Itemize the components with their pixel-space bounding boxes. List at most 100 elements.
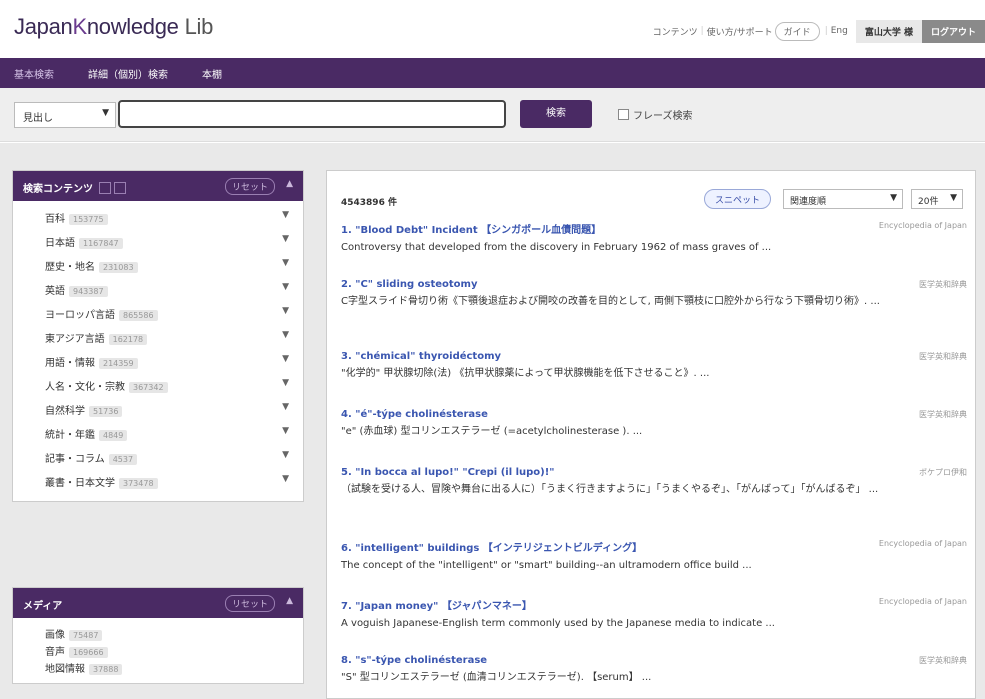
site-logo[interactable]: JapanKnowledge Lib (14, 14, 213, 40)
category-label: 英語 (45, 286, 65, 297)
collapse-icon[interactable]: ▲ (286, 179, 293, 189)
expand-arrow-icon[interactable]: ▼ (282, 306, 289, 316)
result-snippet: C字型スライド骨切り術《下顎後退症および開咬の改善を目的として, 両側下顎枝に口… (341, 296, 880, 307)
category-count: 4537 (108, 454, 138, 465)
category-label: ヨーロッパ言語 (45, 310, 115, 321)
category-count: 162178 (108, 334, 148, 345)
category-count: 153775 (69, 214, 108, 225)
expand-arrow-icon[interactable]: ▼ (282, 402, 289, 412)
phrase-search-checkbox[interactable] (618, 109, 629, 120)
search-input[interactable] (118, 100, 506, 128)
content-filter-title: 検索コンテンツ (23, 184, 93, 195)
expand-arrow-icon[interactable]: ▼ (282, 330, 289, 340)
category-label: 百科 (45, 214, 65, 225)
result-title-link[interactable]: 2. "C" sliding osteotomy (341, 279, 967, 290)
expand-arrow-icon[interactable]: ▼ (282, 450, 289, 460)
media-reset-button[interactable]: リセット (224, 595, 275, 612)
category-label: 日本語 (45, 238, 75, 249)
result-snippet: "e" (赤血球) 型コリンエステラーゼ (=acetylcholinester… (341, 426, 643, 437)
category-count: 367342 (129, 382, 168, 393)
search-button[interactable]: 検索 (520, 100, 592, 128)
media-item[interactable]: 地図情報 37888 (13, 658, 303, 675)
header: JapanKnowledge Lib コンテンツ | 使い方/サポート ガイド |… (0, 0, 985, 56)
nav-english-link[interactable]: Eng (831, 26, 848, 36)
category-count: 373478 (119, 478, 158, 489)
category-item[interactable]: 日本語 1167847 ▼ (13, 229, 303, 253)
result-snippet: "化学的" 甲状腺切除(法) 《抗甲状腺薬によって甲状腺機能を低下させること》.… (341, 368, 710, 379)
plus-icon[interactable] (99, 182, 112, 194)
category-item[interactable]: 統計・年鑑 4849 ▼ (13, 421, 303, 445)
collapse-icon[interactable]: ▲ (286, 596, 293, 606)
content-reset-button[interactable]: リセット (224, 178, 275, 195)
result-title-link[interactable]: 6. "intelligent" buildings 【インテリジェントビルディ… (341, 539, 967, 554)
result-item: 1. "Blood Debt" Incident 【シンガポール血債問題】 Enc… (341, 221, 967, 256)
tab-bookshelf[interactable]: 本棚 (202, 66, 222, 81)
category-item[interactable]: 用語・情報 214359 ▼ (13, 349, 303, 373)
result-item: 6. "intelligent" buildings 【インテリジェントビルディ… (341, 539, 967, 574)
result-source: 医学英和辞典 (919, 280, 967, 289)
category-label: 自然科学 (45, 406, 85, 417)
logout-button[interactable]: ログアウト (921, 19, 985, 43)
category-count: 51736 (89, 406, 123, 417)
chevron-down-icon: ▼ (102, 108, 109, 118)
institution-name: 富山大学 様 (855, 19, 922, 43)
media-item[interactable]: 音声 169666 (13, 641, 303, 658)
chevron-down-icon: ▼ (890, 193, 897, 203)
snippet-toggle-button[interactable]: スニペット (704, 189, 772, 209)
nav-support-link[interactable]: 使い方/サポート (707, 25, 773, 38)
per-page-select[interactable]: 20件 ▼ (911, 189, 963, 209)
category-item[interactable]: 歴史・地名 231083 ▼ (13, 253, 303, 277)
category-count: 1167847 (79, 238, 123, 249)
chevron-down-icon: ▼ (950, 193, 957, 203)
category-item[interactable]: 英語 943387 ▼ (13, 277, 303, 301)
expand-arrow-icon[interactable]: ▼ (282, 354, 289, 364)
tab-advanced-search[interactable]: 詳細（個別）検索 (88, 66, 168, 81)
expand-arrow-icon[interactable]: ▼ (282, 210, 289, 220)
expand-arrow-icon[interactable]: ▼ (282, 474, 289, 484)
result-snippet: （試験を受ける人、冒険や舞台に出る人に）「うまく行きますように」「うまくやるぞ」… (341, 484, 879, 495)
category-count: 943387 (69, 286, 108, 297)
result-title-link[interactable]: 4. "é"-týpe cholinésterase (341, 409, 967, 420)
result-snippet: The concept of the "intelligent" or "sma… (341, 560, 752, 571)
result-title-link[interactable]: 8. "s"-týpe cholinésterase (341, 655, 967, 666)
category-label: 用語・情報 (45, 358, 95, 369)
content-filter-header: 検索コンテンツ リセット ▲ (13, 171, 303, 201)
result-source: 医学英和辞典 (919, 656, 967, 665)
category-item[interactable]: 人名・文化・宗教 367342 ▼ (13, 373, 303, 397)
result-snippet: A voguish Japanese-English term commonly… (341, 618, 775, 629)
category-item[interactable]: 百科 153775 ▼ (13, 205, 303, 229)
category-label: 統計・年鑑 (45, 430, 95, 441)
expand-arrow-icon[interactable]: ▼ (282, 378, 289, 388)
result-title-link[interactable]: 7. "Japan money" 【ジャパンマネー】 (341, 597, 967, 612)
results-panel: 4543896 件 スニペット 関連度順 ▼ 20件 ▼ 1. "Blood D… (326, 170, 976, 699)
media-item[interactable]: 画像 75487 (13, 624, 303, 641)
media-filter-header: メディア リセット ▲ (13, 588, 303, 618)
expand-arrow-icon[interactable]: ▼ (282, 282, 289, 292)
result-title-link[interactable]: 5. "In bocca al lupo!" "Crepi (il lupo)!… (341, 467, 967, 478)
media-label: 地図情報 (45, 664, 85, 675)
sort-select[interactable]: 関連度順 ▼ (783, 189, 903, 209)
category-item[interactable]: ヨーロッパ言語 865586 ▼ (13, 301, 303, 325)
expand-arrow-icon[interactable]: ▼ (282, 426, 289, 436)
category-label: 記事・コラム (45, 454, 105, 465)
search-field-select[interactable]: 見出し ▼ (14, 102, 116, 128)
category-item[interactable]: 叢書・日本文学 373478 ▼ (13, 469, 303, 493)
category-item[interactable]: 東アジア言語 162178 ▼ (13, 325, 303, 349)
expand-arrow-icon[interactable]: ▼ (282, 234, 289, 244)
nav-guide-button[interactable]: ガイド (774, 21, 820, 41)
category-item[interactable]: 記事・コラム 4537 ▼ (13, 445, 303, 469)
result-title-link[interactable]: 3. "chémical" thyroidéctomy (341, 351, 967, 362)
category-count: 214359 (99, 358, 138, 369)
category-label: 叢書・日本文学 (45, 478, 115, 489)
minus-icon[interactable] (114, 182, 127, 194)
expand-arrow-icon[interactable]: ▼ (282, 258, 289, 268)
nav-contents-link[interactable]: コンテンツ (653, 25, 698, 38)
tab-basic-search[interactable]: 基本検索 (14, 66, 54, 81)
result-title-link[interactable]: 1. "Blood Debt" Incident 【シンガポール血債問題】 (341, 221, 967, 236)
phrase-search-toggle[interactable]: フレーズ検索 (618, 107, 693, 122)
result-item: 4. "é"-týpe cholinésterase 医学英和辞典 "e" (赤血球… (341, 409, 967, 440)
category-item[interactable]: 自然科学 51736 ▼ (13, 397, 303, 421)
result-snippet: Controversy that developed from the disc… (341, 242, 772, 253)
category-count: 231083 (99, 262, 138, 273)
nav-divider: | (700, 26, 704, 36)
